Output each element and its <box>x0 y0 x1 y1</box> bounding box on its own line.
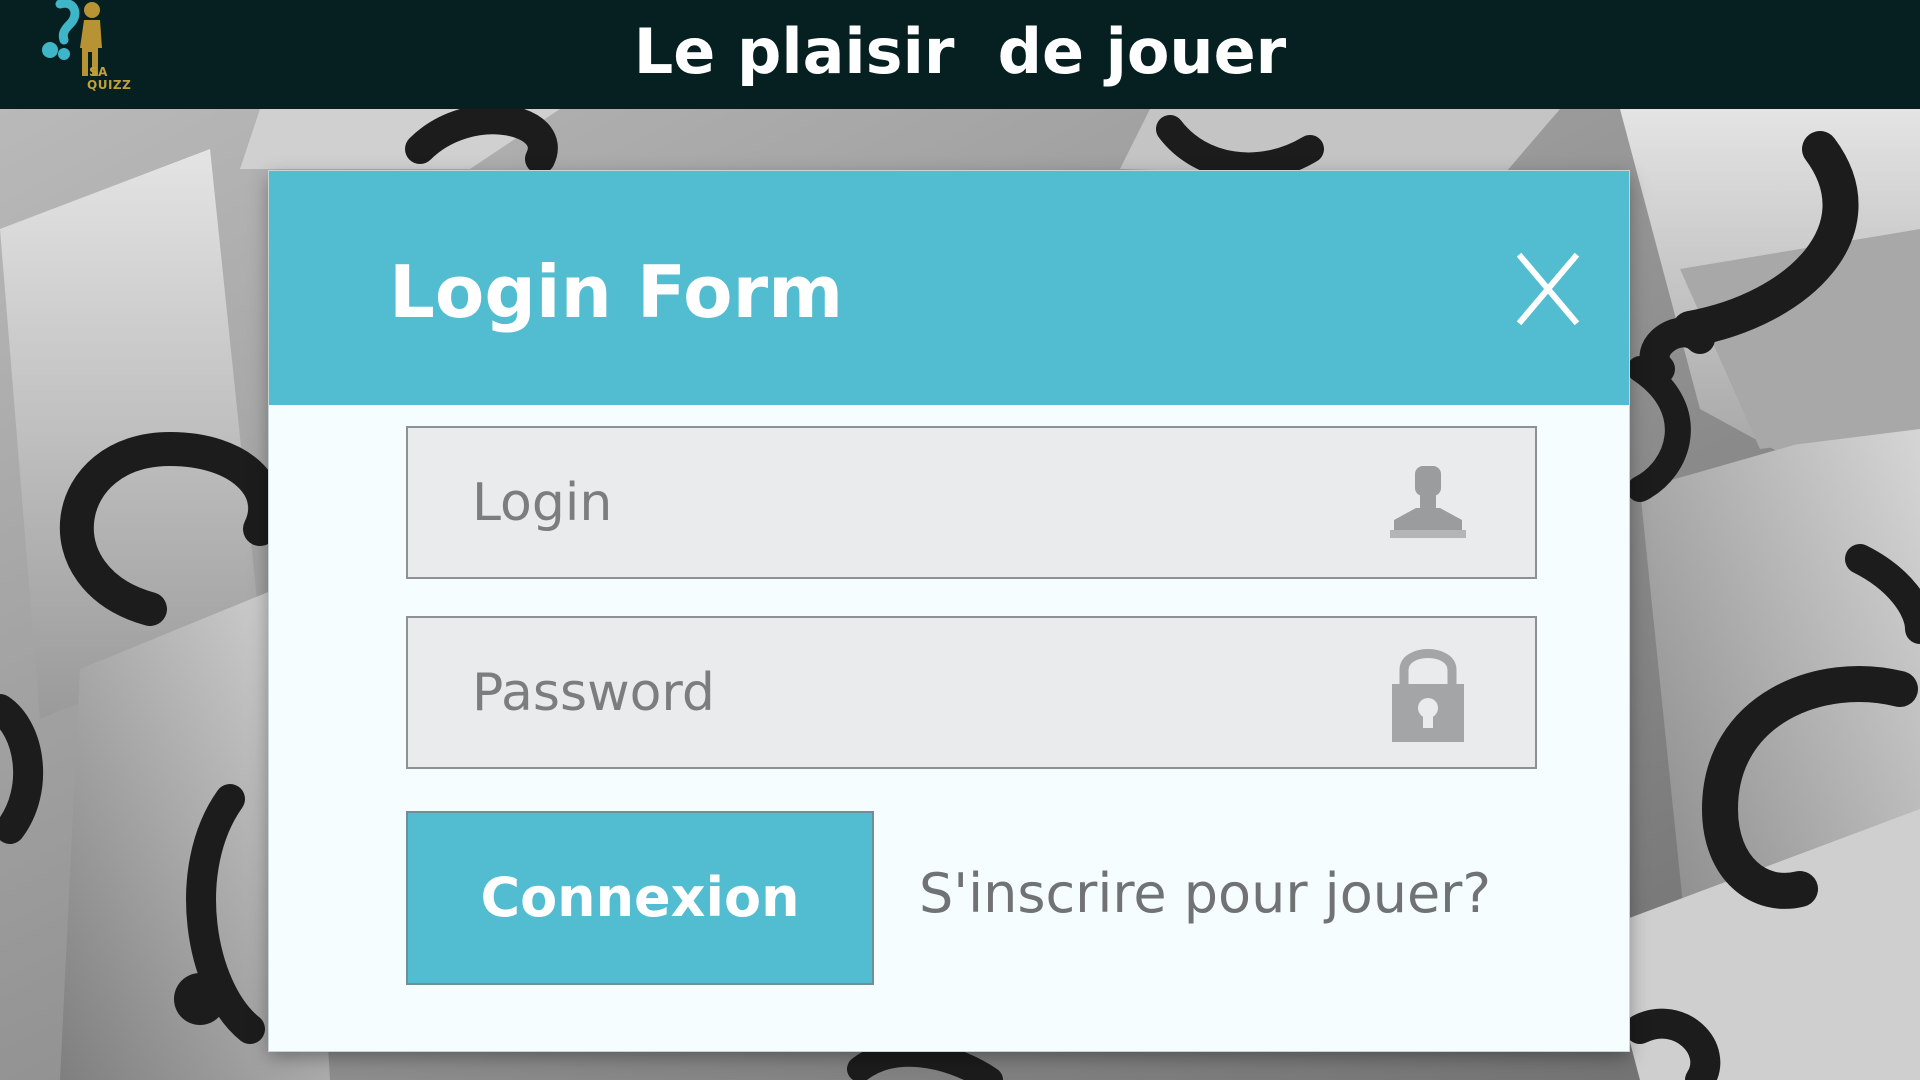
signup-link[interactable]: S'inscrire pour jouer? <box>919 854 1491 934</box>
dialog-title: Login Form <box>389 250 844 334</box>
user-icon <box>1390 464 1466 544</box>
password-input[interactable] <box>408 618 1408 767</box>
lock-icon <box>1390 640 1466 744</box>
login-field <box>406 426 1537 579</box>
top-bar: SA QUIZZ Le plaisir de jouer <box>0 0 1920 109</box>
close-icon <box>1516 252 1580 326</box>
login-input[interactable] <box>408 428 1408 577</box>
close-button[interactable] <box>1509 249 1589 329</box>
login-dialog: Login Form Login Connexion S'inscrire po… <box>269 171 1629 1051</box>
header-title: Le plaisir de jouer <box>633 15 1287 88</box>
app-screen: SA QUIZZ Le plaisir de jouer Login Form … <box>0 0 1920 1080</box>
dialog-header: Login Form <box>269 171 1629 405</box>
connexion-button[interactable]: Connexion <box>406 811 874 985</box>
password-field <box>406 616 1537 769</box>
